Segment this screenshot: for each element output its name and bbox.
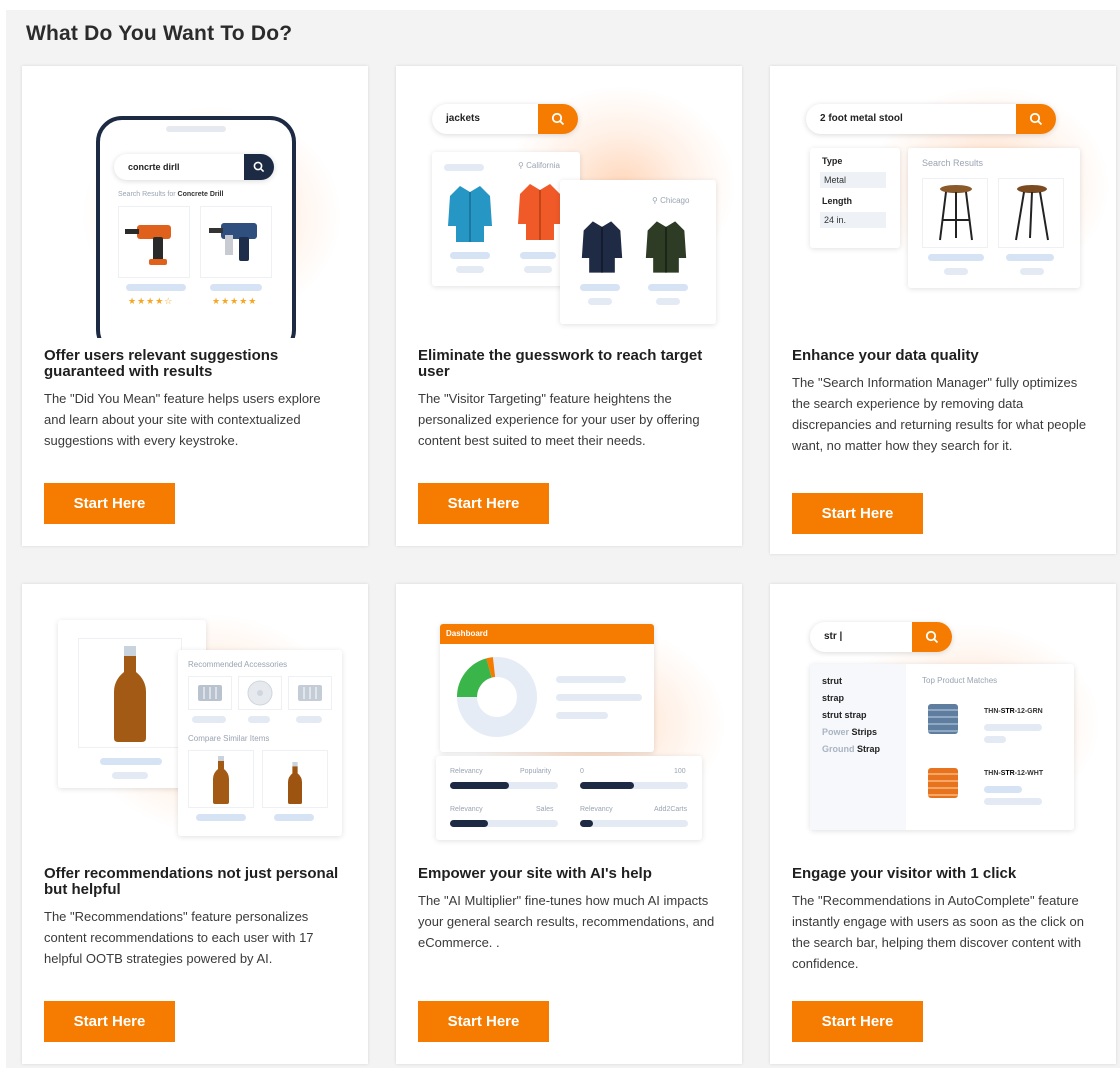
- relevancy-add2carts-slider[interactable]: [580, 820, 593, 827]
- product-tile: [200, 206, 272, 278]
- relevancy-popularity-slider[interactable]: [450, 782, 509, 789]
- results-panel: Search Results: [908, 148, 1080, 288]
- search-input: 2 foot metal stool: [806, 104, 1056, 134]
- cap-icon: [247, 680, 273, 706]
- search-icon: [912, 622, 952, 652]
- recommendations-illustration: Recommended Accessories Compare Similar …: [22, 584, 368, 856]
- jacket-icon: [645, 221, 687, 273]
- feature-card-recommendations-in-autocomplete: str | strut strap strut strap Power Stri…: [770, 584, 1116, 1064]
- start-here-button[interactable]: Start Here: [44, 1001, 175, 1042]
- jacket-icon: [518, 184, 562, 240]
- location-panel: ⚲ Chicago: [560, 180, 716, 324]
- autocomplete-illustration: str | strut strap strut strap Power Stri…: [770, 584, 1116, 856]
- start-here-button[interactable]: Start Here: [418, 1001, 549, 1042]
- stool-icon: [1015, 185, 1049, 241]
- did-you-mean-illustration: concrte dirll Search Results for Concret…: [22, 66, 368, 338]
- bottle-icon: [213, 756, 229, 804]
- feature-card-search-information-manager: 2 foot metal stool Type Metal Length 24 …: [770, 66, 1116, 554]
- suggestion-item[interactable]: Ground Strap: [822, 744, 880, 754]
- location-pin-icon: ⚲: [652, 196, 658, 205]
- visitor-targeting-illustration: jackets ⚲ California ⚲ Chicago: [396, 66, 742, 338]
- search-input: concrte dirll: [114, 154, 274, 180]
- suggestion-item[interactable]: Power Strips: [822, 727, 877, 737]
- wire-spool-icon: [928, 704, 958, 734]
- card-title: Eliminate the guesswork to reach target …: [418, 347, 703, 380]
- ai-multiplier-illustration: Dashboard Relevancy Popularity 0 100 Rel…: [396, 584, 742, 856]
- card-description: The "Search Information Manager" fully o…: [792, 375, 1087, 453]
- start-here-button[interactable]: Start Here: [44, 483, 175, 524]
- card-description: The "Visitor Targeting" feature heighten…: [418, 391, 700, 448]
- search-information-manager-illustration: 2 foot metal stool Type Metal Length 24 …: [770, 66, 1116, 338]
- sku-label: THN-STR-12-WHT: [984, 770, 1044, 777]
- card-title: Offer recommendations not just personal …: [44, 865, 339, 898]
- search-icon: [1016, 104, 1056, 134]
- cap-icon: [198, 685, 222, 701]
- search-icon: [244, 154, 274, 180]
- suggestion-item[interactable]: strap: [822, 693, 844, 703]
- search-icon: [538, 104, 578, 134]
- results-caption: Search Results for Concrete Drill: [118, 191, 224, 198]
- rotary-drill-icon: [209, 223, 257, 261]
- dashboard-header: Dashboard: [440, 624, 654, 644]
- feature-card-ai-multiplier: Dashboard Relevancy Popularity 0 100 Rel…: [396, 584, 742, 1064]
- recommended-accessories-panel: Recommended Accessories Compare Similar …: [178, 650, 342, 836]
- suggestion-item[interactable]: strut: [822, 676, 842, 686]
- donut-chart-icon: [456, 657, 537, 737]
- rating-stars: ★★★★☆: [128, 296, 174, 306]
- start-here-button[interactable]: Start Here: [792, 1001, 923, 1042]
- card-title: Enhance your data quality: [792, 347, 979, 364]
- feature-card-recommendations: Recommended Accessories Compare Similar …: [22, 584, 368, 1064]
- hammer-drill-icon: [125, 225, 171, 265]
- start-here-button[interactable]: Start Here: [792, 493, 923, 534]
- relevancy-sales-slider[interactable]: [450, 820, 488, 827]
- start-here-button[interactable]: Start Here: [418, 483, 549, 524]
- card-description: The "Did You Mean" feature helps users e…: [44, 391, 321, 448]
- bottle-icon: [114, 646, 146, 742]
- wire-spool-icon: [928, 768, 958, 798]
- page-background: What Do You Want To Do? concrte dirll Se…: [6, 10, 1120, 1068]
- cap-icon: [298, 685, 322, 701]
- suggestion-item[interactable]: strut strap: [822, 710, 867, 720]
- card-title: Offer users relevant suggestions guarant…: [44, 347, 279, 380]
- rating-stars: ★★★★★: [212, 296, 258, 306]
- jacket-icon: [581, 221, 623, 273]
- card-title: Engage your visitor with 1 click: [792, 865, 1017, 882]
- feature-card-visitor-targeting: jackets ⚲ California ⚲ Chicago Eliminate…: [396, 66, 742, 546]
- card-title: Empower your site with AI's help: [418, 865, 652, 882]
- dashboard-panel: Dashboard: [440, 624, 654, 752]
- range-slider[interactable]: [580, 782, 634, 789]
- search-input: str |: [810, 622, 952, 652]
- feature-card-did-you-mean: concrte dirll Search Results for Concret…: [22, 66, 368, 546]
- sku-label: THN-STR-12-GRN: [984, 708, 1043, 715]
- filter-panel: Type Metal Length 24 in.: [810, 148, 900, 248]
- page-title: What Do You Want To Do?: [26, 22, 293, 45]
- bottle-icon: [288, 762, 302, 804]
- sliders-panel: Relevancy Popularity 0 100 Relevancy Sal…: [436, 756, 702, 840]
- card-description: The "Recommendations in AutoComplete" fe…: [792, 893, 1084, 971]
- stool-icon: [939, 185, 973, 241]
- autocomplete-dropdown: strut strap strut strap Power Strips Gro…: [810, 664, 1074, 830]
- card-description: The "AI Multiplier" fine-tunes how much …: [418, 893, 715, 950]
- card-description: The "Recommendations" feature personaliz…: [44, 909, 314, 966]
- jacket-icon: [448, 186, 492, 242]
- location-panel: ⚲ California: [432, 152, 580, 286]
- product-tile: [118, 206, 190, 278]
- location-pin-icon: ⚲: [518, 161, 524, 170]
- search-input: jackets: [432, 104, 578, 134]
